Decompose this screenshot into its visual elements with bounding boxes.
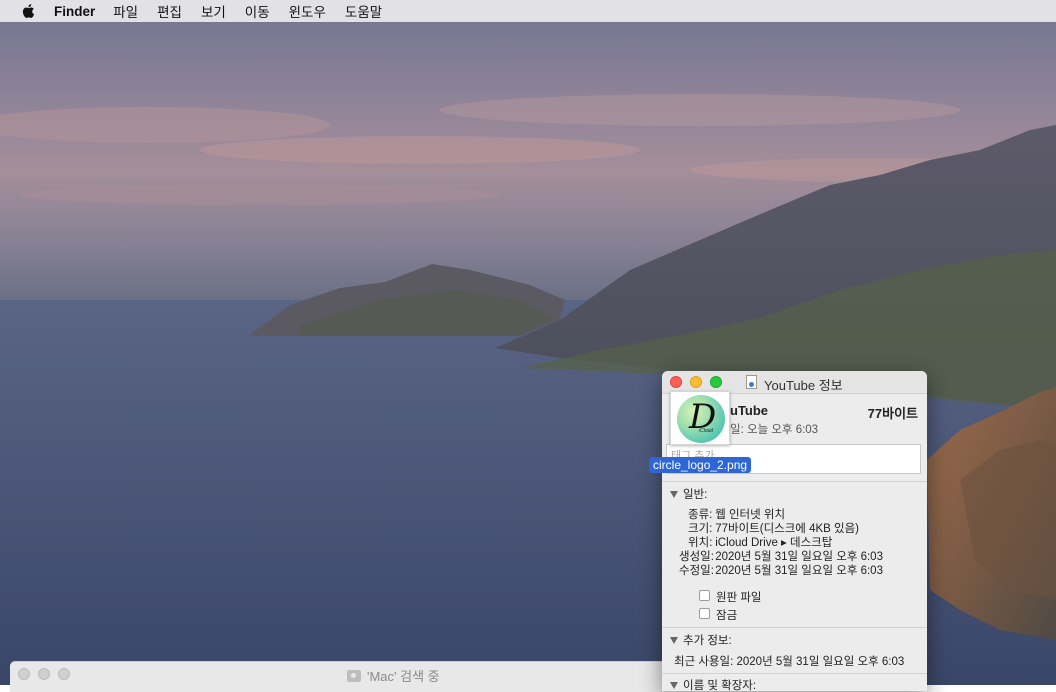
menu-bar: Finder 파일 편집 보기 이동 윈도우 도움말 — [0, 0, 1056, 22]
finder-window: 'Mac' 검색 중 — [10, 661, 670, 692]
menu-file[interactable]: 파일 — [113, 1, 138, 21]
disclosure-triangle-icon[interactable] — [670, 490, 678, 498]
locked-checkbox[interactable] — [699, 608, 710, 619]
stationery-label: 원판 파일 — [716, 592, 762, 604]
modified-summary-label: 일: — [730, 424, 744, 436]
apple-menu-icon[interactable] — [20, 2, 38, 20]
divider — [662, 673, 927, 674]
modified-value: 2020년 5월 31일 일요일 오후 6:03 — [715, 565, 883, 577]
section-general[interactable]: 일반: — [670, 486, 707, 502]
close-button[interactable] — [670, 376, 682, 388]
modified-summary-value: 오늘 오후 6:03 — [746, 424, 819, 436]
divider — [662, 627, 927, 628]
minimize-button-inactive[interactable] — [38, 668, 50, 680]
file-size: 77바이트 — [867, 406, 918, 421]
circle-logo-image: D iCloud — [677, 395, 725, 443]
dragged-file-name: circle_logo_2.png — [649, 457, 752, 473]
section-more-info-label: 추가 정보: — [683, 635, 732, 647]
disclosure-triangle-icon[interactable] — [670, 681, 678, 689]
menu-app-finder[interactable]: Finder — [54, 4, 95, 19]
divider — [662, 481, 927, 482]
menu-view[interactable]: 보기 — [201, 1, 226, 21]
last-opened-label: 최근 사용일: — [674, 656, 734, 668]
disclosure-triangle-icon[interactable] — [670, 636, 678, 644]
menu-edit[interactable]: 편집 — [157, 1, 182, 21]
modified-label: 수정일: — [679, 565, 714, 577]
section-general-label: 일반: — [683, 489, 708, 501]
zoom-button-inactive[interactable] — [58, 668, 70, 680]
menu-window[interactable]: 윈도우 — [289, 1, 326, 21]
section-name-extension-label: 이름 및 확장자: — [683, 680, 757, 691]
finder-window-title: 'Mac' 검색 중 — [347, 666, 440, 685]
logo-text: iCloud — [699, 428, 714, 434]
section-more-info[interactable]: 추가 정보: — [670, 632, 732, 648]
last-opened-row: 최근 사용일: 2020년 5월 31일 일요일 오후 6:03 — [674, 653, 904, 669]
modified-summary: 일: 오늘 오후 6:03 — [730, 421, 818, 437]
locked-label: 잠금 — [716, 610, 738, 622]
finder-window-title-text: 'Mac' 검색 중 — [367, 669, 440, 684]
zoom-button[interactable] — [710, 376, 722, 388]
info-window-title: YouTube 정보 — [764, 378, 843, 393]
menu-go[interactable]: 이동 — [245, 1, 270, 21]
dragged-file-icon[interactable]: D iCloud — [670, 391, 730, 445]
last-opened-value: 2020년 5월 31일 일요일 오후 6:03 — [736, 656, 905, 668]
file-name: uTube — [730, 403, 769, 418]
menu-help[interactable]: 도움말 — [345, 1, 382, 21]
close-button-inactive[interactable] — [18, 668, 30, 680]
document-icon — [746, 375, 757, 389]
minimize-button[interactable] — [690, 376, 702, 388]
modified-row: 수정일: 2020년 5월 31일 일요일 오후 6:03 — [679, 562, 883, 578]
section-name-extension[interactable]: 이름 및 확장자: — [670, 677, 756, 691]
stationery-checkbox[interactable] — [699, 590, 710, 601]
hard-drive-icon — [347, 669, 361, 682]
